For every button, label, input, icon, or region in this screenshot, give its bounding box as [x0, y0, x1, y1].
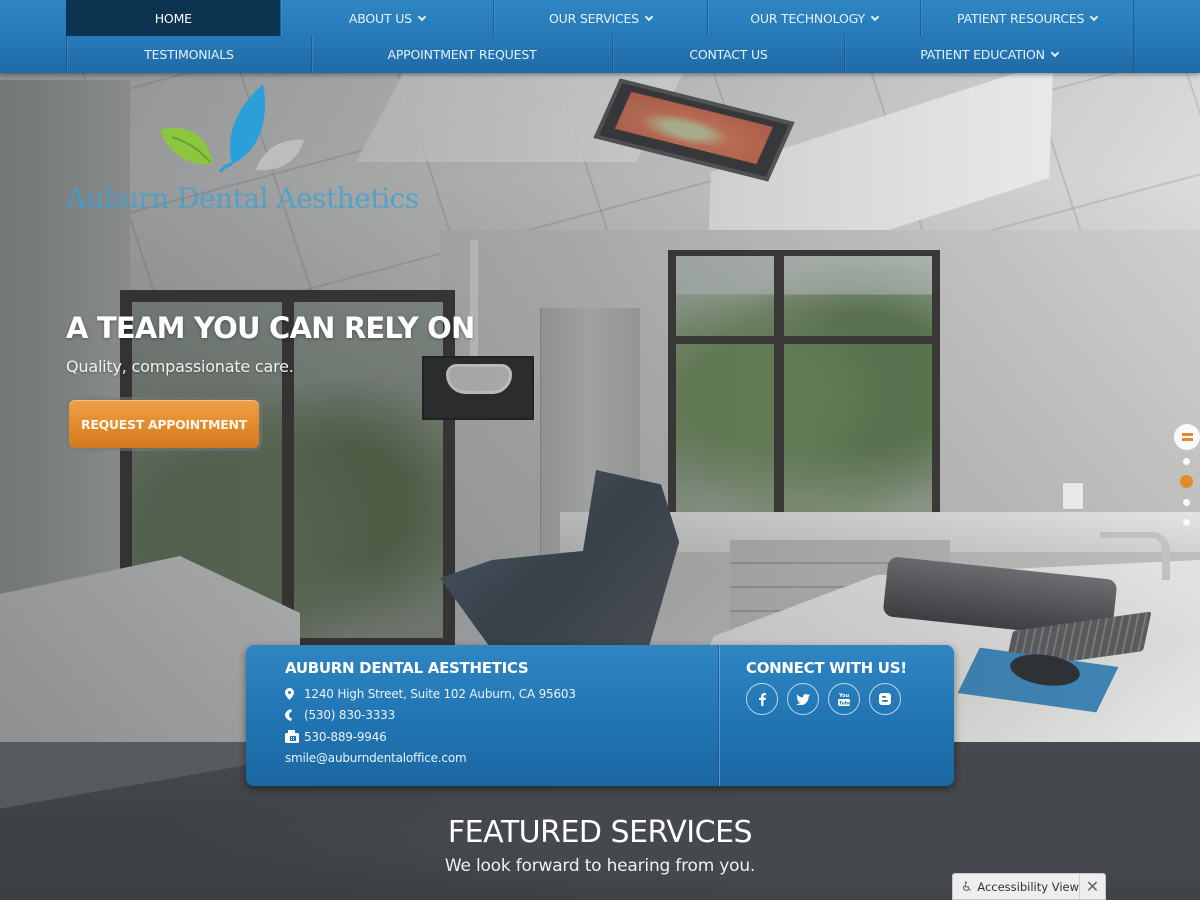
accessibility-close-button[interactable]: ✕	[1079, 874, 1105, 899]
fax-text: 530-889-9946	[304, 729, 387, 744]
slider-controls	[1172, 424, 1200, 534]
phone-line[interactable]: (530) 830-3333	[285, 705, 576, 727]
svg-text:Tube: Tube	[839, 701, 850, 707]
nav-item-patient-resources[interactable]: PATIENT RESOURCES	[920, 0, 1134, 36]
fax-line: 530-889-9946	[285, 726, 576, 748]
nav-item-contact-us[interactable]: CONTACT US	[612, 36, 844, 73]
chevron-down-icon	[417, 12, 427, 21]
accessibility-toolbar: Accessibility View ✕	[952, 873, 1106, 900]
email-line[interactable]: smile@auburndentaloffice.com	[285, 748, 576, 770]
nav-label: CONTACT US	[689, 47, 768, 62]
blogger-button[interactable]	[869, 683, 901, 715]
chevron-down-icon	[1050, 48, 1060, 58]
contact-info-box: AUBURN DENTAL AESTHETICS 1240 High Stree…	[246, 645, 954, 786]
email-link[interactable]: smile@auburndentaloffice.com	[285, 751, 467, 765]
hero-title: A TEAM YOU CAN RELY ON	[66, 311, 475, 345]
slider-pause-button[interactable]	[1174, 424, 1200, 450]
practice-name: AUBURN DENTAL AESTHETICS	[285, 659, 529, 677]
nav-label: TESTIMONIALS	[144, 47, 234, 62]
nav-label: APPOINTMENT REQUEST	[387, 47, 537, 62]
nav-label: ABOUT US	[348, 10, 412, 26]
phone-text: (530) 830-3333	[304, 708, 396, 723]
slider-dot-2-active[interactable]	[1180, 475, 1193, 488]
nav-item-patient-education[interactable]: PATIENT EDUCATION	[844, 36, 1134, 73]
request-appointment-button[interactable]: REQUEST APPOINTMENT	[69, 400, 259, 448]
map-pin-icon	[285, 687, 304, 700]
nav-label: OUR SERVICES	[549, 10, 639, 26]
close-icon: ✕	[1085, 877, 1100, 896]
nav-label: PATIENT RESOURCES	[957, 10, 1085, 26]
nav-item-our-technology[interactable]: OUR TECHNOLOGY	[706, 0, 921, 36]
accessibility-view-button[interactable]: Accessibility View	[953, 874, 1079, 899]
accessibility-label: Accessibility View	[977, 879, 1079, 894]
chevron-down-icon	[870, 12, 880, 21]
nav-label: HOME	[154, 10, 192, 26]
svg-text:You: You	[838, 693, 850, 699]
wheelchair-icon	[963, 881, 971, 891]
social-links: You Tube	[746, 683, 907, 715]
twitter-icon	[796, 693, 810, 705]
info-divider	[719, 645, 720, 786]
nav-item-testimonials[interactable]: TESTIMONIALS	[66, 36, 311, 73]
nav-item-home[interactable]: HOME	[66, 0, 280, 36]
phone-icon	[285, 709, 304, 722]
chevron-down-icon	[1090, 12, 1099, 21]
youtube-icon: You Tube	[838, 693, 850, 707]
nav-row-primary: HOME ABOUT US OUR SERVICES OUR TECHNOLOG…	[66, 0, 1134, 36]
nav-label: PATIENT EDUCATION	[920, 47, 1045, 62]
cta-frame: REQUEST APPOINTMENT	[66, 397, 262, 451]
pause-icon	[1181, 433, 1193, 436]
nav-label: OUR TECHNOLOGY	[750, 10, 865, 26]
address-text: 1240 High Street, Suite 102 Auburn, CA 9…	[304, 686, 576, 701]
nav-item-our-services[interactable]: OUR SERVICES	[493, 0, 707, 36]
twitter-button[interactable]	[787, 683, 819, 715]
facebook-icon	[758, 692, 766, 706]
social-section: CONNECT WITH US! You Tube	[746, 659, 907, 715]
connect-title: CONNECT WITH US!	[746, 659, 907, 677]
site-logo[interactable]: Auburn Dental Aesthetics	[66, 82, 426, 217]
nav-item-appointment-request[interactable]: APPOINTMENT REQUEST	[311, 36, 612, 73]
pause-icon	[1181, 438, 1193, 441]
featured-services-title: FEATURED SERVICES	[447, 815, 753, 850]
slider-dot-3[interactable]	[1183, 499, 1190, 506]
main-navigation: HOME ABOUT US OUR SERVICES OUR TECHNOLOG…	[0, 0, 1200, 73]
nav-row-secondary: TESTIMONIALS APPOINTMENT REQUEST CONTACT…	[66, 36, 1134, 73]
slider-dot-1[interactable]	[1183, 458, 1190, 465]
hero-subtitle: Quality, compassionate care.	[66, 357, 294, 376]
nav-item-about-us[interactable]: ABOUT US	[279, 0, 494, 36]
address-line[interactable]: 1240 High Street, Suite 102 Auburn, CA 9…	[285, 683, 576, 705]
fax-icon	[285, 730, 304, 744]
youtube-button[interactable]: You Tube	[828, 683, 860, 715]
facebook-button[interactable]	[746, 683, 778, 715]
blogger-icon	[879, 693, 891, 705]
practice-info: AUBURN DENTAL AESTHETICS 1240 High Stree…	[285, 659, 576, 769]
logo-text: Auburn Dental Aesthetics	[66, 182, 419, 215]
leaf-logo-icon	[160, 84, 304, 174]
chevron-down-icon	[644, 12, 654, 21]
slider-dot-4[interactable]	[1183, 519, 1190, 526]
